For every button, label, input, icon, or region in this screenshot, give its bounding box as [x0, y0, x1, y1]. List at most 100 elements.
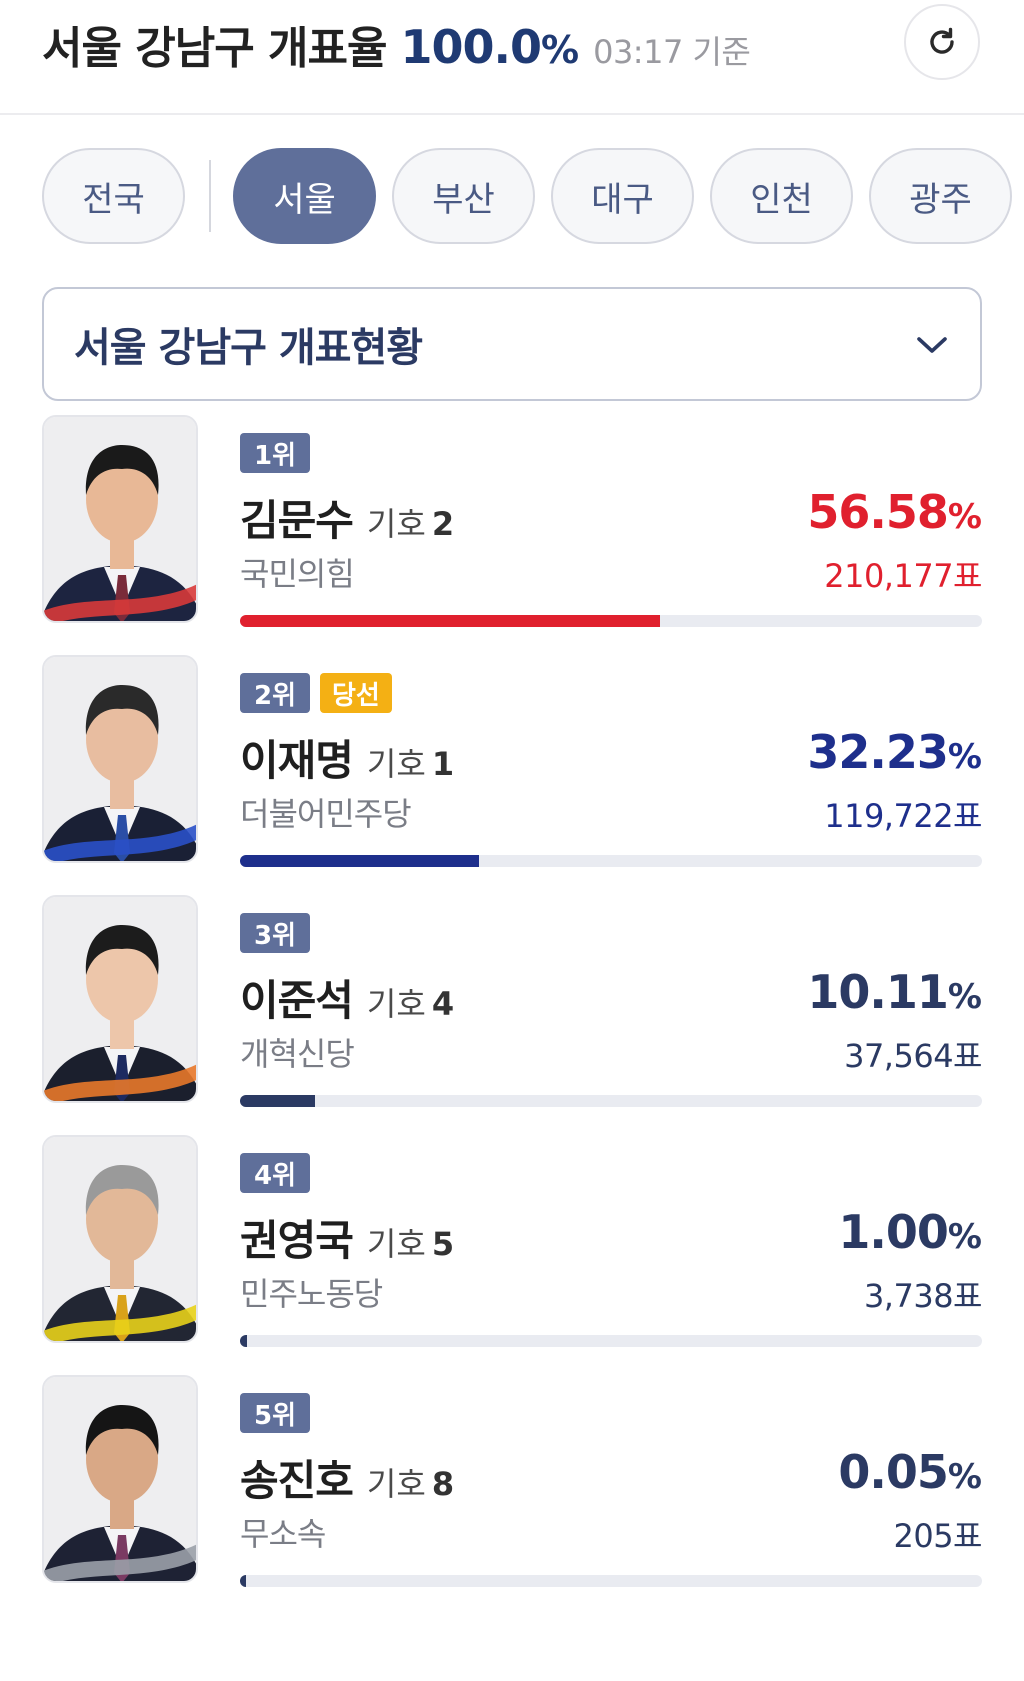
rank-badge: 1위 — [240, 433, 311, 473]
header-title-line: 서울 강남구 개표율 100.0 % 03:17 기준 — [42, 12, 751, 82]
name-row: 이준석 기호 4 — [240, 967, 454, 1028]
name-row: 송진호 기호 8 — [240, 1447, 454, 1508]
candidate-name: 김문수 — [240, 496, 354, 545]
vote-percent-row: 32.23% — [807, 725, 982, 779]
header: 서울 강남구 개표율 100.0 % 03:17 기준 — [0, 0, 1024, 115]
vote-percent: 56.58 — [807, 485, 949, 539]
rank-row: 1위 — [240, 433, 311, 473]
vote-share-bar-fill — [240, 1095, 316, 1107]
vote-percent-row: 56.58% — [807, 485, 982, 539]
vote-count: 119,722표 — [824, 797, 982, 835]
count-rate-unit: % — [541, 28, 580, 72]
vote-percent: 10.11 — [807, 965, 949, 1019]
vote-percent-unit: % — [947, 977, 982, 1017]
tab-region[interactable]: 서울 — [233, 148, 376, 244]
update-time: 03:17 기준 — [593, 33, 751, 71]
candidate-photo — [44, 1137, 196, 1341]
elected-badge: 당선 — [320, 673, 392, 713]
name-row: 권영국 기호 5 — [240, 1207, 454, 1268]
candidate-photo-frame — [42, 655, 198, 863]
party-name: 민주노동당 — [240, 1275, 383, 1313]
vote-share-bar — [240, 1095, 982, 1107]
vote-percent-unit: % — [947, 737, 982, 777]
candidate-name: 권영국 — [240, 1216, 354, 1265]
vote-count: 205표 — [893, 1517, 982, 1555]
party-name: 더불어민주당 — [240, 795, 412, 833]
vote-share-bar-fill — [240, 615, 660, 627]
tab-region[interactable]: 대구 — [551, 148, 694, 244]
region-tabs: 전국 서울 부산 대구 인천 광주 — [42, 148, 1024, 244]
vote-share-bar-fill — [240, 1575, 246, 1587]
name-row: 김문수 기호 2 — [240, 487, 454, 548]
candidate-photo-frame — [42, 1135, 198, 1343]
candidate-name: 이준석 — [240, 976, 354, 1025]
candidate-card[interactable]: 4위권영국 기호 5 민주노동당 1.00% 3,738표 — [42, 1135, 983, 1347]
vote-share-bar — [240, 1335, 982, 1347]
tab-region[interactable]: 광주 — [869, 148, 1012, 244]
vote-percent-row: 10.11% — [807, 965, 982, 1019]
vote-count: 37,564표 — [844, 1037, 982, 1075]
candidate-number-label: 기호 — [366, 1465, 426, 1503]
district-dropdown-label: 서울 강남구 개표현황 — [74, 325, 423, 371]
refresh-icon — [930, 27, 954, 54]
vote-percent-row: 0.05% — [838, 1445, 982, 1499]
candidate-number-label: 기호 — [366, 745, 426, 783]
candidate-number-label: 기호 — [366, 985, 426, 1023]
candidate-photo — [44, 897, 196, 1101]
candidate-number: 1 — [431, 745, 455, 783]
party-name: 무소속 — [240, 1515, 326, 1553]
candidate-name: 송진호 — [240, 1456, 354, 1505]
candidate-number: 2 — [431, 505, 455, 543]
rank-row: 5위 — [240, 1393, 311, 1433]
district-dropdown[interactable]: 서울 강남구 개표현황 — [42, 287, 982, 401]
tab-region[interactable]: 전국 — [42, 148, 185, 244]
vote-percent: 0.05 — [838, 1445, 948, 1499]
rank-row: 3위 — [240, 913, 311, 953]
rank-badge: 4위 — [240, 1153, 311, 1193]
vote-percent-unit: % — [947, 497, 982, 537]
chevron-down-icon — [917, 337, 947, 353]
count-rate: 100.0 — [400, 20, 542, 74]
candidate-card[interactable]: 2위 당선이재명 기호 1 더불어민주당 32.23% 119,722표 — [42, 655, 982, 867]
vote-share-bar — [240, 615, 982, 627]
vote-count: 210,177표 — [824, 557, 982, 595]
party-name: 개혁신당 — [240, 1035, 355, 1073]
party-name: 국민의힘 — [240, 555, 355, 593]
candidate-number: 4 — [431, 985, 455, 1023]
vote-count: 3,738표 — [863, 1277, 983, 1315]
vote-share-bar-fill — [240, 855, 480, 867]
candidate-photo-frame — [42, 895, 198, 1103]
candidate-number-label: 기호 — [366, 1225, 426, 1263]
vote-share-bar-fill — [240, 1335, 248, 1347]
tab-region[interactable]: 부산 — [392, 148, 535, 244]
candidate-photo — [44, 657, 196, 861]
vote-percent-unit: % — [947, 1457, 982, 1497]
rank-badge: 5위 — [240, 1393, 311, 1433]
candidate-photo-frame — [42, 415, 198, 623]
candidate-number: 5 — [431, 1225, 455, 1263]
rank-badge: 3위 — [240, 913, 311, 953]
candidate-photo — [44, 417, 196, 621]
candidate-photo-frame — [42, 1375, 198, 1583]
name-row: 이재명 기호 1 — [240, 727, 454, 788]
region-title: 서울 강남구 개표율 — [42, 23, 387, 74]
candidate-card[interactable]: 3위이준석 기호 4 개혁신당 10.11% 37,564표 — [42, 895, 982, 1107]
rank-badge: 2위 — [240, 673, 311, 713]
refresh-button[interactable] — [904, 4, 980, 80]
vote-share-bar — [240, 855, 982, 867]
vote-share-bar — [240, 1575, 982, 1587]
candidate-photo — [44, 1377, 196, 1581]
tab-divider — [209, 160, 211, 232]
candidate-card[interactable]: 5위송진호 기호 8 무소속 0.05% 205표 — [42, 1375, 982, 1587]
vote-percent-unit: % — [947, 1217, 982, 1257]
vote-percent-row: 1.00% — [838, 1205, 982, 1259]
rank-row: 2위 당선 — [240, 673, 392, 713]
vote-percent: 1.00 — [838, 1205, 948, 1259]
tab-region[interactable]: 인천 — [710, 148, 853, 244]
candidate-name: 이재명 — [240, 736, 354, 785]
vote-percent: 32.23 — [807, 725, 949, 779]
candidate-number: 8 — [431, 1465, 455, 1503]
candidate-card[interactable]: 1위김문수 기호 2 국민의힘 56.58% 210,177표 — [42, 415, 982, 627]
candidate-number-label: 기호 — [366, 505, 426, 543]
rank-row: 4위 — [240, 1153, 311, 1193]
